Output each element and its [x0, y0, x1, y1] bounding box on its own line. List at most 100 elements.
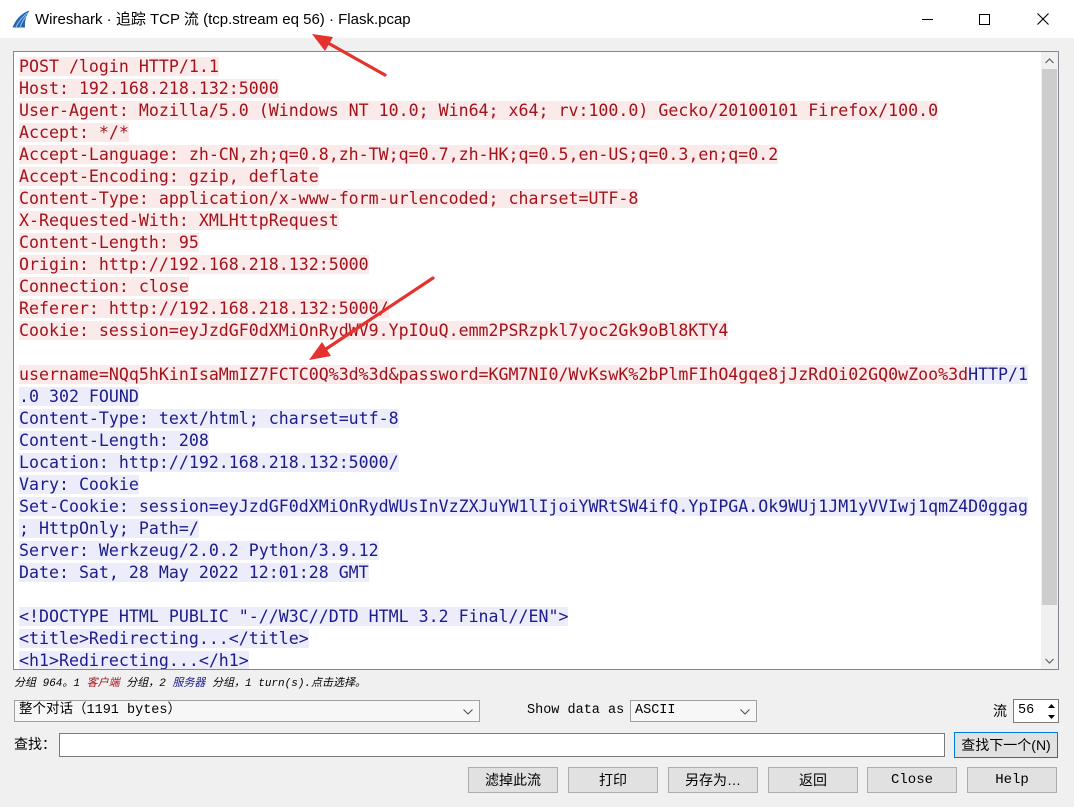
server-text[interactable]: <h1>Redirecting...</h1>	[19, 651, 249, 669]
status-text: 分组，1 turn(s).点击选择。	[205, 678, 367, 690]
stream-line: Accept-Language: zh-CN,zh;q=0.8,zh-TW;q=…	[19, 144, 1040, 166]
minimize-button[interactable]	[898, 0, 956, 38]
spin-up-icon	[1047, 703, 1055, 708]
stream-line: <!DOCTYPE HTML PUBLIC "-//W3C//DTD HTML …	[19, 606, 1040, 628]
wireshark-fin-icon	[12, 10, 30, 28]
client-text[interactable]: Accept-Language: zh-CN,zh;q=0.8,zh-TW;q=…	[19, 145, 779, 164]
server-text[interactable]: Content-Length: 208	[19, 431, 209, 450]
show-data-as-select[interactable]: ASCII	[630, 700, 757, 722]
stream-increment-button[interactable]	[1044, 700, 1058, 711]
scroll-down-button[interactable]	[1041, 652, 1058, 669]
spinbox-buttons	[1044, 700, 1058, 722]
status-text: 分组 964。1	[14, 678, 87, 690]
client-text[interactable]: Accept-Encoding: gzip, deflate	[19, 167, 319, 186]
print-button[interactable]: 打印	[568, 767, 658, 793]
stream-line: Content-Length: 95	[19, 232, 1040, 254]
find-next-button[interactable]: 查找下一个(N)	[954, 732, 1058, 758]
close-button[interactable]: Close	[867, 767, 957, 793]
stream-line: Referer: http://192.168.218.132:5000/	[19, 298, 1040, 320]
stream-line: Cookie: session=eyJzdGF0dXMiOnRydWV9.YpI…	[19, 320, 1040, 342]
scroll-up-arrow-icon	[1045, 57, 1054, 63]
scroll-up-button[interactable]	[1041, 52, 1058, 69]
save-as-button[interactable]: 另存为…	[668, 767, 758, 793]
status-text: 分组，2	[119, 678, 173, 690]
stream-line: POST /login HTTP/1.1	[19, 56, 1040, 78]
stream-decrement-button[interactable]	[1044, 711, 1058, 722]
client-text[interactable]: username=NQq5hKinIsaMmIZ7FCTC0Q%3d%3d&pa…	[19, 365, 969, 384]
stream-number-spinbox[interactable]: 56	[1013, 699, 1059, 723]
stream-line: Date: Sat, 28 May 2022 12:01:28 GMT	[19, 562, 1040, 584]
close-icon	[1037, 13, 1049, 25]
stream-line: ; HttpOnly; Path=/	[19, 518, 1040, 540]
conversation-select-value: 整个对话（1191 bytes）	[19, 703, 182, 718]
server-text[interactable]: Server: Werkzeug/2.0.2 Python/3.9.12	[19, 541, 379, 560]
server-text[interactable]: Set-Cookie: session=eyJzdGF0dXMiOnRydWUs…	[19, 497, 1029, 516]
show-data-as-label: Show data as	[527, 703, 625, 718]
stream-line: Content-Length: 208	[19, 430, 1040, 452]
client-text[interactable]: POST /login HTTP/1.1	[19, 57, 219, 76]
stream-line-blank	[19, 342, 1040, 364]
chevron-down-icon	[463, 709, 473, 715]
server-text[interactable]: HTTP/1	[968, 365, 1029, 384]
maximize-icon	[978, 13, 990, 25]
stream-line: username=NQq5hKinIsaMmIZ7FCTC0Q%3d%3d&pa…	[19, 364, 1040, 386]
window-title: Wireshark · 追踪 TCP 流 (tcp.stream eq 56) …	[35, 11, 411, 28]
stream-text: POST /login HTTP/1.1 Host: 192.168.218.1…	[19, 56, 1040, 669]
find-label: 查找：	[14, 736, 56, 752]
stream-line: Vary: Cookie	[19, 474, 1040, 496]
stream-line: Location: http://192.168.218.132:5000/	[19, 452, 1040, 474]
client-text[interactable]: Host: 192.168.218.132:5000	[19, 79, 279, 98]
scrollbar-track[interactable]	[1041, 69, 1058, 652]
scroll-down-arrow-icon	[1045, 658, 1054, 664]
client-text[interactable]: Origin: http://192.168.218.132:5000	[19, 255, 369, 274]
close-window-button[interactable]	[1014, 0, 1072, 38]
server-text[interactable]: Location: http://192.168.218.132:5000/	[19, 453, 399, 472]
stream-line: Content-Type: application/x-www-form-url…	[19, 188, 1040, 210]
server-text[interactable]: Date: Sat, 28 May 2022 12:01:28 GMT	[19, 563, 369, 582]
stream-line: Connection: close	[19, 276, 1040, 298]
client-text[interactable]: X-Requested-With: XMLHttpRequest	[19, 211, 339, 230]
stream-number-value: 56	[1018, 703, 1035, 718]
stream-line: Server: Werkzeug/2.0.2 Python/3.9.12	[19, 540, 1040, 562]
vertical-scrollbar[interactable]	[1041, 52, 1058, 669]
filter-out-stream-button[interactable]: 滤掉此流	[468, 767, 558, 793]
client-text[interactable]: Content-Type: application/x-www-form-url…	[19, 189, 639, 208]
server-text[interactable]: <!DOCTYPE HTML PUBLIC "-//W3C//DTD HTML …	[19, 607, 569, 626]
spin-down-icon	[1047, 714, 1055, 719]
help-button[interactable]: Help	[967, 767, 1057, 793]
conversation-select[interactable]: 整个对话（1191 bytes）	[14, 700, 480, 722]
status-client-label: 客户端	[86, 678, 120, 690]
stream-line: Accept-Encoding: gzip, deflate	[19, 166, 1040, 188]
show-data-as-value: ASCII	[635, 703, 676, 718]
packet-summary-status: 分组 964。1 客户端 分组，2 服务器 分组，1 turn(s).点击选择。	[14, 677, 366, 692]
stream-line: <title>Redirecting...</title>	[19, 628, 1040, 650]
scrollbar-thumb[interactable]	[1042, 69, 1057, 605]
stream-line: Content-Type: text/html; charset=utf-8	[19, 408, 1040, 430]
client-text[interactable]: Referer: http://192.168.218.132:5000/	[19, 299, 389, 318]
stream-content-pane[interactable]: POST /login HTTP/1.1 Host: 192.168.218.1…	[13, 51, 1059, 670]
status-server-label: 服务器	[172, 678, 206, 690]
stream-line: Accept: */*	[19, 122, 1040, 144]
stream-line: Set-Cookie: session=eyJzdGF0dXMiOnRydWUs…	[19, 496, 1040, 518]
maximize-button[interactable]	[955, 0, 1013, 38]
server-text[interactable]: Vary: Cookie	[19, 475, 139, 494]
stream-line: User-Agent: Mozilla/5.0 (Windows NT 10.0…	[19, 100, 1040, 122]
client-text[interactable]: Content-Length: 95	[19, 233, 199, 252]
find-input[interactable]	[59, 733, 945, 757]
stream-line: Host: 192.168.218.132:5000	[19, 78, 1040, 100]
stream-line: X-Requested-With: XMLHttpRequest	[19, 210, 1040, 232]
client-text[interactable]: Cookie: session=eyJzdGF0dXMiOnRydWV9.YpI…	[19, 321, 729, 340]
server-text[interactable]: <title>Redirecting...</title>	[19, 629, 309, 648]
title-bar: Wireshark · 追踪 TCP 流 (tcp.stream eq 56) …	[0, 0, 1074, 38]
back-button[interactable]: 返回	[768, 767, 858, 793]
client-text[interactable]: Connection: close	[19, 277, 189, 296]
server-text[interactable]: ; HttpOnly; Path=/	[19, 519, 199, 538]
server-text[interactable]: Content-Type: text/html; charset=utf-8	[19, 409, 399, 428]
stream-line: Origin: http://192.168.218.132:5000	[19, 254, 1040, 276]
stream-line: <h1>Redirecting...</h1>	[19, 650, 1040, 669]
stream-line-blank	[19, 584, 1040, 606]
server-text[interactable]: .0 302 FOUND	[19, 387, 139, 406]
client-text[interactable]: Accept: */*	[19, 123, 129, 142]
client-text[interactable]: User-Agent: Mozilla/5.0 (Windows NT 10.0…	[19, 101, 939, 120]
chevron-down-icon	[740, 709, 750, 715]
